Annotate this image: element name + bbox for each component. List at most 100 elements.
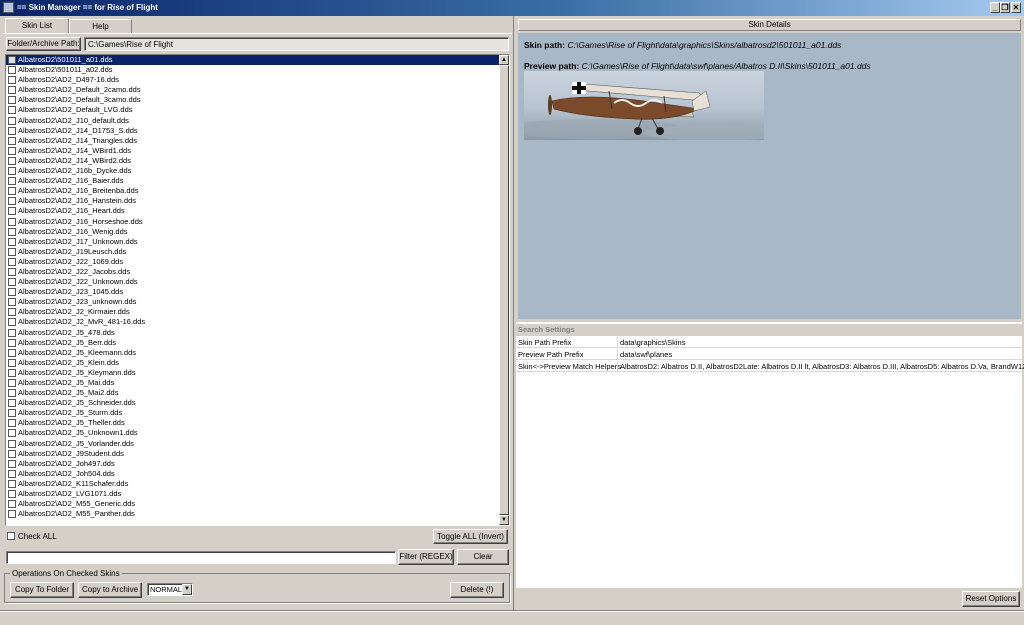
settings-row[interactable]: Preview Path Prefix data\swf\planes (516, 349, 1022, 360)
list-item[interactable]: AlbatrosD2\AD2_J22_Jacobs.dds (6, 267, 499, 277)
list-item[interactable]: AlbatrosD2\AD2_J16_Baier.dds (6, 176, 499, 186)
skin-list-scrollbar[interactable]: ▲ ▼ (499, 55, 509, 525)
list-item[interactable]: AlbatrosD2\AD2_M55_Panther.dds (6, 509, 499, 519)
skin-checkbox[interactable] (8, 167, 16, 176)
list-item[interactable]: AlbatrosD2\AD2_Default_3camo.dds (6, 95, 499, 105)
skin-checkbox[interactable] (8, 328, 16, 337)
setting-value[interactable]: data\graphics\Skins (620, 338, 685, 347)
list-item[interactable]: AlbatrosD2\AD2_J14_WBird1.dds (6, 146, 499, 156)
copy-to-folder-button[interactable]: Copy To Folder (10, 582, 74, 598)
list-item[interactable]: AlbatrosD2\AD2_J16_Heart.dds (6, 206, 499, 216)
skin-list[interactable]: AlbatrosD2\501011_a01.dds AlbatrosD2\5010… (6, 55, 499, 525)
list-item[interactable]: AlbatrosD2\AD2_J5_Mai.dds (6, 378, 499, 388)
skin-checkbox[interactable] (8, 177, 16, 186)
folder-path-button[interactable]: Folder/Archive Path: (6, 37, 81, 51)
skin-checkbox[interactable] (8, 136, 16, 145)
list-item[interactable]: AlbatrosD2\AD2_J5_Berr.dds (6, 338, 499, 348)
list-item[interactable]: AlbatrosD2\AD2_J5_Vorlander.dds (6, 439, 499, 449)
list-item[interactable]: AlbatrosD2\AD2_J2_MvR_481-16.dds (6, 317, 499, 327)
skin-checkbox[interactable] (8, 419, 16, 428)
list-item[interactable]: AlbatrosD2\AD2_J14_D1753_S.dds (6, 126, 499, 136)
settings-row[interactable]: Skin Path Prefix data\graphics\Skins (516, 337, 1022, 348)
setting-value[interactable]: AlbatrosD2: Albatros D.II, AlbatrosD2Lat… (620, 362, 1024, 371)
setting-value[interactable]: data\swf\planes (620, 350, 672, 359)
skin-checkbox[interactable] (8, 257, 16, 266)
skin-checkbox[interactable] (8, 459, 16, 468)
skin-checkbox[interactable] (8, 439, 16, 448)
list-item[interactable]: AlbatrosD2\AD2_J16_Horseshoe.dds (6, 217, 499, 227)
list-item[interactable]: AlbatrosD2\AD2_J22_1069.dds (6, 257, 499, 267)
settings-row[interactable]: Skin<->Preview Match Helpers AlbatrosD2: … (516, 361, 1024, 372)
list-item[interactable]: AlbatrosD2\AD2_J10_default.dds (6, 116, 499, 126)
list-item[interactable]: AlbatrosD2\AD2_LVG1071.dds (6, 489, 499, 499)
skin-checkbox[interactable] (8, 96, 16, 105)
list-item[interactable]: AlbatrosD2\AD2_J16b_Dycke.dds (6, 166, 499, 176)
list-item[interactable]: AlbatrosD2\AD2_J5_Unknown1.dds (6, 428, 499, 438)
skin-checkbox[interactable] (8, 227, 16, 236)
list-item[interactable]: AlbatrosD2\AD2_J16_Breitenba.dds (6, 186, 499, 196)
list-item[interactable]: AlbatrosD2\AD2_J9Student.dds (6, 449, 499, 459)
skin-checkbox[interactable] (8, 278, 16, 287)
skin-checkbox[interactable] (8, 267, 16, 276)
skin-checkbox[interactable] (8, 217, 16, 226)
skin-checkbox[interactable] (8, 126, 16, 135)
tab-help[interactable]: Help (69, 19, 132, 34)
list-item[interactable]: AlbatrosD2\AD2_J23_unknown.dds (6, 297, 499, 307)
skin-checkbox[interactable] (8, 86, 16, 95)
chevron-down-icon[interactable]: ▼ (182, 584, 192, 595)
skin-checkbox[interactable] (8, 237, 16, 246)
skin-checkbox[interactable] (8, 338, 16, 347)
list-item[interactable]: AlbatrosD2\AD2_J16_Hanstein.dds (6, 196, 499, 206)
skin-checkbox[interactable] (8, 449, 16, 458)
list-item[interactable]: AlbatrosD2\AD2_K11Schafer.dds (6, 479, 499, 489)
skin-checkbox[interactable] (8, 308, 16, 317)
list-item[interactable]: AlbatrosD2\AD2_Default_LVG.dds (6, 105, 499, 115)
list-item[interactable]: AlbatrosD2\AD2_Joh497.dds (6, 459, 499, 469)
skin-checkbox[interactable] (8, 288, 16, 297)
skin-checkbox[interactable] (8, 197, 16, 206)
skin-checkbox[interactable] (8, 146, 16, 155)
skin-checkbox[interactable] (8, 56, 16, 64)
list-item[interactable]: AlbatrosD2\AD2_J19Leusch.dds (6, 247, 499, 257)
list-item[interactable]: AlbatrosD2\AD2_J5_Theller.dds (6, 418, 499, 428)
folder-path-field[interactable]: C:\Games\Rise of Flight (84, 37, 509, 51)
filter-input[interactable] (6, 551, 396, 564)
skin-checkbox[interactable] (8, 318, 16, 327)
check-all-checkbox[interactable] (7, 532, 15, 540)
skin-checkbox[interactable] (8, 409, 16, 418)
list-item[interactable]: AlbatrosD2\501011_a02.dds (6, 65, 499, 75)
skin-checkbox[interactable] (8, 298, 16, 307)
list-item[interactable]: AlbatrosD2\AD2_J14_Triangles.dds (6, 136, 499, 146)
list-item[interactable]: AlbatrosD2\501011_a01.dds (6, 55, 499, 66)
list-item[interactable]: AlbatrosD2\AD2_J5_Klein.dds (6, 358, 499, 368)
skin-checkbox[interactable] (8, 500, 16, 509)
skin-checkbox[interactable] (8, 399, 16, 408)
filter-regex-button[interactable]: Filter (REGEX) (398, 549, 454, 565)
list-item[interactable]: AlbatrosD2\AD2_J5_Sturm.dds (6, 408, 499, 418)
list-item[interactable]: AlbatrosD2\AD2_J5_Schneider.dds (6, 398, 499, 408)
clear-button[interactable]: Clear (457, 549, 509, 565)
scroll-up-arrow-icon[interactable]: ▲ (499, 55, 509, 65)
list-item[interactable]: AlbatrosD2\AD2_M55_Generic.dds (6, 499, 499, 509)
skin-checkbox[interactable] (8, 469, 16, 478)
close-button[interactable]: ✕ (1011, 2, 1021, 13)
skin-checkbox[interactable] (8, 348, 16, 357)
restore-button[interactable]: ❐ (1000, 2, 1010, 13)
list-item[interactable]: AlbatrosD2\AD2_J5_Mai2.dds (6, 388, 499, 398)
skin-checkbox[interactable] (8, 247, 16, 256)
skin-checkbox[interactable] (8, 379, 16, 387)
list-item[interactable]: AlbatrosD2\AD2_J5_Kleemann.dds (6, 348, 499, 358)
tab-skin-list[interactable]: Skin List (5, 18, 69, 34)
list-item[interactable]: AlbatrosD2\AD2_J22_Unknown.dds (6, 277, 499, 287)
list-item[interactable]: AlbatrosD2\AD2_D497-16.dds (6, 75, 499, 85)
skin-checkbox[interactable] (8, 156, 16, 165)
list-item[interactable]: AlbatrosD2\AD2_Joh504.dds (6, 469, 499, 479)
skin-checkbox[interactable] (8, 510, 16, 519)
copy-to-archive-button[interactable]: Copy to Archive (78, 582, 142, 598)
mode-select[interactable]: NORMAL ▼ (147, 583, 193, 596)
delete-button[interactable]: Delete (!) (450, 582, 504, 598)
skin-checkbox[interactable] (8, 207, 16, 216)
skin-checkbox[interactable] (8, 66, 16, 75)
skin-checkbox[interactable] (8, 368, 16, 377)
skin-checkbox[interactable] (8, 187, 16, 196)
